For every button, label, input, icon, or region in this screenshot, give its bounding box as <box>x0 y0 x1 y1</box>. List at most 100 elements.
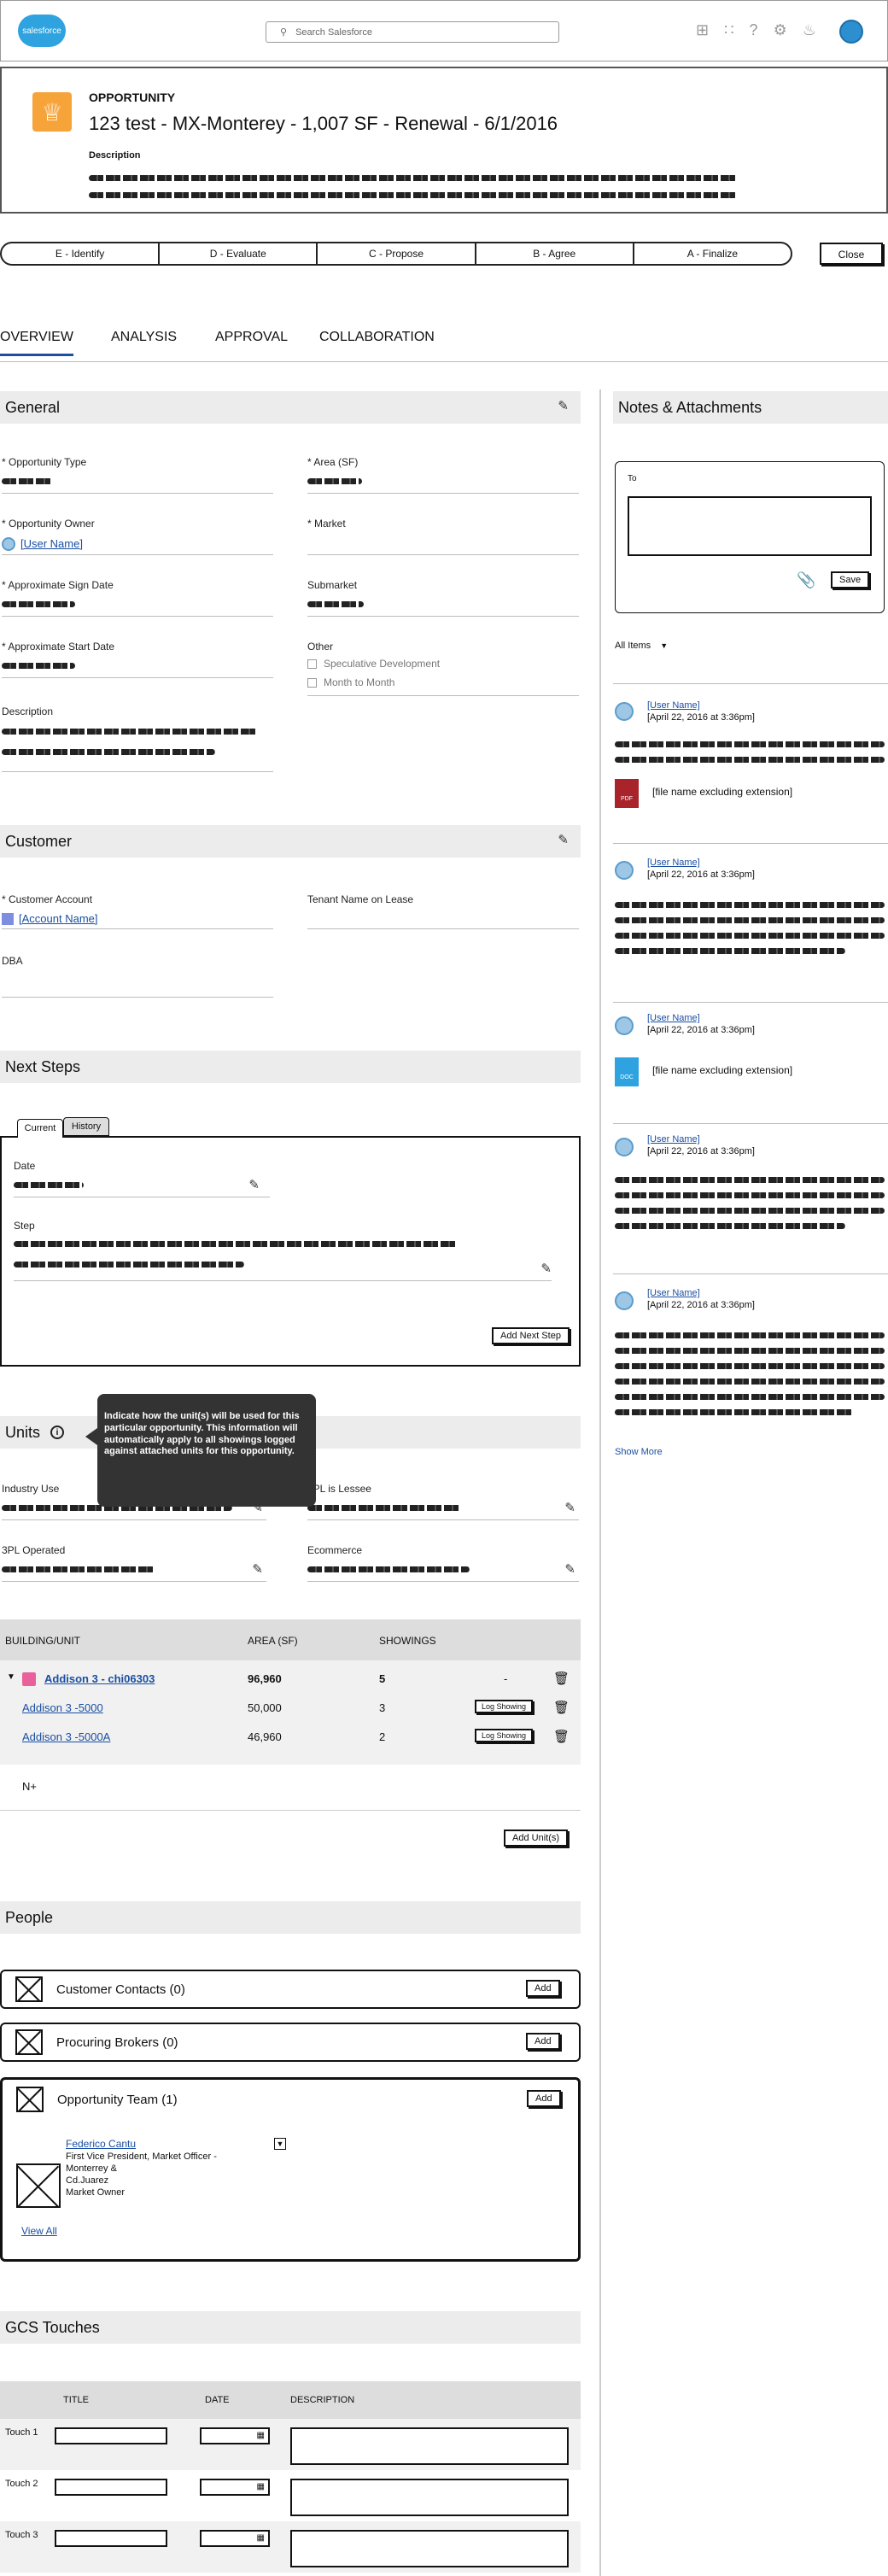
edit-icon[interactable]: ✎ <box>564 1561 575 1577</box>
info-icon[interactable]: i <box>50 1426 65 1439</box>
user-avatar[interactable] <box>839 20 863 44</box>
log-showing-button[interactable]: Log Showing <box>475 1729 534 1742</box>
edit-icon[interactable]: ✎ <box>540 1261 552 1276</box>
add-broker-button[interactable]: Add <box>526 2033 560 2050</box>
close-button[interactable]: Close <box>820 243 883 265</box>
dba-value[interactable] <box>2 970 273 998</box>
spec-dev-checkbox[interactable]: Speculative Development <box>307 658 440 670</box>
touch-title-input[interactable] <box>55 2530 167 2547</box>
note-body <box>615 741 885 747</box>
tab-approval[interactable]: APPROVAL <box>215 330 288 345</box>
pl-operated-value[interactable]: ✎ <box>2 1560 266 1582</box>
calendar-icon[interactable]: ▦ <box>257 2533 265 2543</box>
tab-analysis[interactable]: ANALYSIS <box>111 330 177 345</box>
edit-icon[interactable]: ✎ <box>564 1500 575 1515</box>
start-date-value[interactable] <box>2 656 273 678</box>
add-team-member-button[interactable]: Add <box>527 2090 561 2107</box>
help-icon[interactable]: ? <box>750 21 758 39</box>
ecommerce-value[interactable]: ✎ <box>307 1560 579 1582</box>
area-value[interactable] <box>307 471 579 494</box>
add-contact-button[interactable]: Add <box>526 1980 560 1997</box>
touch-title-input[interactable] <box>55 2479 167 2496</box>
account-link[interactable]: [Account Name] <box>19 912 98 925</box>
opportunity-type-value[interactable] <box>2 471 273 494</box>
owner-link[interactable]: [User Name] <box>20 537 83 550</box>
notes-filter[interactable]: All Items ▼ <box>615 641 668 651</box>
unit-link[interactable]: Addison 3 -5000 <box>22 1701 103 1714</box>
submarket-value[interactable] <box>307 594 579 617</box>
trash-icon[interactable]: 🗑 <box>553 1729 570 1744</box>
path-stage-evaluate[interactable]: D - Evaluate <box>160 243 318 264</box>
save-note-button[interactable]: Save <box>831 571 870 588</box>
path-stage-agree[interactable]: B - Agree <box>476 243 634 264</box>
add-icon[interactable]: ⊞ <box>696 21 709 39</box>
attach-icon[interactable]: 📎 <box>797 571 815 589</box>
people-section-header: People <box>0 1901 581 1934</box>
salesforce-logo[interactable]: salesforce <box>18 15 66 47</box>
edit-icon[interactable]: ✎ <box>558 832 569 847</box>
bell-icon[interactable]: ♨ <box>803 21 816 39</box>
tab-current[interactable]: Current <box>17 1119 63 1138</box>
add-units-button[interactable]: Add Unit(s) <box>504 1830 569 1847</box>
owner-label: * Opportunity Owner <box>2 518 95 530</box>
tenant-value[interactable] <box>307 909 579 929</box>
log-showing-button[interactable]: Log Showing <box>475 1700 534 1713</box>
edit-icon[interactable]: ✎ <box>252 1561 263 1577</box>
touch-description-input[interactable] <box>290 2530 569 2567</box>
touch-label: Touch 3 <box>5 2530 38 2540</box>
trash-icon[interactable]: 🗑 <box>553 1700 570 1715</box>
date-value[interactable]: ✎ <box>14 1175 270 1197</box>
path-stage-finalize[interactable]: A - Finalize <box>634 243 791 264</box>
owner-value[interactable]: [User Name] <box>2 533 273 555</box>
touch-date-input[interactable]: ▦ <box>200 2479 270 2496</box>
touch-title-input[interactable] <box>55 2427 167 2444</box>
sign-date-value[interactable] <box>2 594 273 617</box>
pl-lessee-value[interactable]: ✎ <box>307 1498 579 1520</box>
note-body <box>615 933 885 939</box>
note-user-link[interactable]: [User Name] <box>647 858 700 868</box>
touch-date-input[interactable]: ▦ <box>200 2530 270 2547</box>
customer-account-value[interactable]: [Account Name] <box>2 909 273 929</box>
other-label: Other <box>307 641 334 653</box>
gcs-section-header: GCS Touches <box>0 2311 581 2344</box>
view-all-link[interactable]: View All <box>21 2225 57 2237</box>
search-input[interactable]: ⚲ Search Salesforce <box>266 21 559 43</box>
note-text-input[interactable] <box>628 496 872 556</box>
expand-icon[interactable]: ▼ <box>7 1672 15 1682</box>
note-user-link[interactable]: [User Name] <box>647 1288 700 1298</box>
tab-history[interactable]: History <box>63 1117 109 1136</box>
path-stage-identify[interactable]: E - Identify <box>2 243 161 264</box>
customer-contacts-card: Customer Contacts (0) Add <box>0 1970 581 2009</box>
market-value[interactable] <box>307 533 579 555</box>
gcs-title: GCS Touches <box>5 2318 100 2336</box>
add-next-step-button[interactable]: Add Next Step <box>492 1327 570 1344</box>
note-user-link[interactable]: [User Name] <box>647 1134 700 1145</box>
show-more-link[interactable]: Show More <box>615 1447 663 1457</box>
member-menu-icon[interactable]: ▼ <box>274 2138 286 2150</box>
file-name[interactable]: [file name excluding extension] <box>652 786 792 798</box>
edit-icon[interactable]: ✎ <box>558 398 569 413</box>
app-launcher-icon[interactable]: ∷ <box>724 21 733 39</box>
edit-icon[interactable]: ✎ <box>248 1177 260 1192</box>
step-value[interactable]: ✎ <box>14 1237 552 1281</box>
note-user-link[interactable]: [User Name] <box>647 700 700 711</box>
gear-icon[interactable]: ⚙ <box>774 21 787 39</box>
tab-overview[interactable]: OVERVIEW <box>0 330 73 356</box>
trash-icon[interactable]: 🗑 <box>553 1671 570 1686</box>
member-name-link[interactable]: Federico Cantu <box>66 2138 136 2150</box>
month-to-month-checkbox[interactable]: Month to Month <box>307 676 394 688</box>
col-showings: SHOWINGS <box>379 1635 436 1647</box>
note-user-link[interactable]: [User Name] <box>647 1013 700 1023</box>
calendar-icon[interactable]: ▦ <box>257 2431 265 2440</box>
unit-link[interactable]: Addison 3 -5000A <box>22 1730 110 1743</box>
path-stage-propose[interactable]: C - Propose <box>318 243 476 264</box>
touch-description-input[interactable] <box>290 2427 569 2465</box>
touch-date-input[interactable]: ▦ <box>200 2427 270 2444</box>
unit-link[interactable]: Addison 3 - chi06303 <box>44 1672 155 1685</box>
gen-description-value[interactable] <box>2 724 273 772</box>
tab-collaboration[interactable]: COLLABORATION <box>319 330 435 345</box>
touch-description-input[interactable] <box>290 2479 569 2516</box>
file-name[interactable]: [file name excluding extension] <box>652 1064 792 1076</box>
calendar-icon[interactable]: ▦ <box>257 2482 265 2491</box>
units-tooltip: Indicate how the unit(s) will be used fo… <box>97 1394 316 1507</box>
